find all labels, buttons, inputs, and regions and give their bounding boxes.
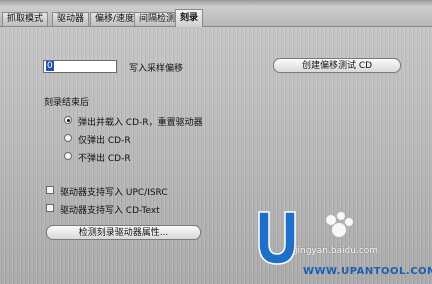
detect-drive-features-button[interactable]: 检测刻录驱动器属性... <box>46 225 201 240</box>
write-sample-offset-input[interactable]: 0 <box>43 60 117 73</box>
no-eject-radio[interactable] <box>64 152 72 160</box>
jingyan-watermark-text: jingyan.baidu.com <box>295 246 379 256</box>
write-sample-offset-label: 写入采样偏移 <box>129 64 184 74</box>
tab-gap-detection[interactable]: 间隔检测 <box>134 12 181 26</box>
tab-label: 间隔检测 <box>139 14 176 24</box>
eject-reload-reset-radio[interactable] <box>64 116 72 124</box>
cd-text-checkbox[interactable] <box>46 204 54 212</box>
tab-label: 偏移/速度 <box>95 14 135 24</box>
tab-label: 驱动器 <box>57 14 85 24</box>
tab-label: 刻录 <box>180 13 199 23</box>
tab-capture-mode[interactable]: 抓取模式 <box>2 12 49 26</box>
eject-only-radio[interactable] <box>64 134 72 142</box>
watermark: jingyan.baidu.com WWW.UPANTOOL.COM <box>255 204 432 283</box>
create-offset-test-cd-button[interactable]: 创建偏移测试 CD <box>273 58 401 73</box>
cd-text-label: 驱动器支持写入 CD-Text <box>60 206 160 216</box>
upc-isrc-label: 驱动器支持写入 UPC/ISRC <box>60 188 168 198</box>
tab-strip: 抓取模式 驱动器 偏移/速度 间隔检测 刻录 <box>0 6 432 27</box>
eject-reload-reset-label: 弹出并载入 CD-R，重置驱动器 <box>78 118 203 128</box>
upc-isrc-checkbox[interactable] <box>46 186 54 194</box>
tab-burn[interactable]: 刻录 <box>175 9 204 27</box>
upantool-url-text: WWW.UPANTOOL.COM <box>303 266 432 277</box>
no-eject-label: 不弹出 CD-R <box>78 154 131 164</box>
eject-only-label: 仅弹出 CD-R <box>78 136 131 146</box>
input-value: 0 <box>46 61 54 71</box>
tab-offset-speed[interactable]: 偏移/速度 <box>90 12 140 26</box>
after-burn-heading: 刻录结束后 <box>44 98 90 108</box>
tab-label: 抓取模式 <box>7 14 44 24</box>
tab-drive[interactable]: 驱动器 <box>52 12 90 26</box>
